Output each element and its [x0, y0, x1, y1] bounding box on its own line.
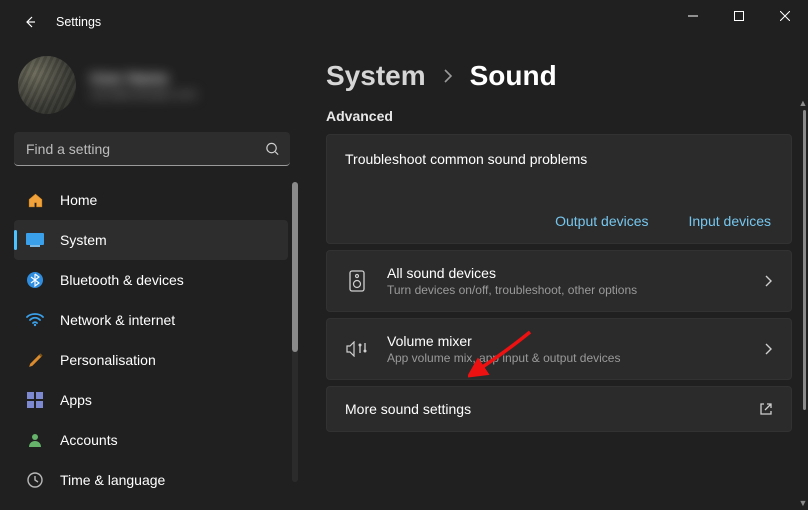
row-subtitle: Turn devices on/off, troubleshoot, other… — [387, 283, 745, 297]
sidebar-item-label: Apps — [60, 392, 92, 408]
accounts-icon — [26, 432, 44, 448]
titlebar: Settings — [0, 0, 808, 44]
search-icon — [265, 142, 280, 157]
maximize-button[interactable] — [716, 0, 762, 32]
avatar — [18, 56, 76, 114]
all-sound-devices-row[interactable]: All sound devices Turn devices on/off, t… — [326, 250, 792, 312]
sidebar-item-label: System — [60, 232, 107, 248]
search-input[interactable] — [14, 132, 290, 166]
sidebar-item-accounts[interactable]: Accounts — [14, 420, 288, 460]
bluetooth-icon — [26, 272, 44, 288]
search-wrap — [14, 132, 290, 166]
chevron-right-icon — [763, 274, 773, 288]
volume-mixer-row[interactable]: Volume mixer App volume mix, app input &… — [326, 318, 792, 380]
system-icon — [26, 233, 44, 247]
sidebar-item-label: Time & language — [60, 472, 165, 488]
row-title: More sound settings — [345, 401, 741, 417]
home-icon — [26, 192, 44, 209]
scroll-up-icon[interactable]: ▲ — [798, 98, 808, 108]
sidebar-item-time-language[interactable]: Time & language — [14, 460, 288, 500]
profile-text: User Name user@example.com — [90, 70, 197, 101]
output-devices-link[interactable]: Output devices — [555, 213, 648, 229]
troubleshoot-card: Troubleshoot common sound problems Outpu… — [326, 134, 792, 244]
profile-email: user@example.com — [90, 87, 197, 101]
profile-block[interactable]: User Name user@example.com — [14, 56, 300, 114]
sidebar-item-home[interactable]: Home — [14, 180, 288, 220]
profile-name: User Name — [90, 70, 197, 87]
input-devices-link[interactable]: Input devices — [689, 213, 772, 229]
back-button[interactable] — [16, 8, 44, 36]
sidebar-item-network[interactable]: Network & internet — [14, 300, 288, 340]
section-heading: Advanced — [326, 108, 792, 124]
sidebar-item-apps[interactable]: Apps — [14, 380, 288, 420]
apps-icon — [26, 392, 44, 408]
sidebar-item-label: Personalisation — [60, 352, 156, 368]
sidebar-item-label: Bluetooth & devices — [60, 272, 184, 288]
sidebar-item-system[interactable]: System — [14, 220, 288, 260]
content-scrollbar-thumb[interactable] — [803, 110, 806, 410]
external-link-icon — [759, 402, 773, 416]
troubleshoot-title: Troubleshoot common sound problems — [345, 151, 773, 167]
close-button[interactable] — [762, 0, 808, 32]
breadcrumb-parent[interactable]: System — [326, 60, 426, 92]
sidebar-item-personalisation[interactable]: Personalisation — [14, 340, 288, 380]
sidebar-item-label: Home — [60, 192, 97, 208]
clock-icon — [26, 472, 44, 488]
row-title: Volume mixer — [387, 333, 745, 349]
wifi-icon — [26, 313, 44, 327]
speaker-icon — [345, 270, 369, 292]
sidebar-scrollbar-thumb[interactable] — [292, 182, 298, 352]
sidebar-nav: Home System Bluetooth & devices Network … — [14, 180, 300, 500]
chevron-right-icon — [763, 342, 773, 356]
window-controls — [670, 0, 808, 32]
content-area: System Sound Advanced Troubleshoot commo… — [300, 44, 808, 510]
sidebar-item-bluetooth[interactable]: Bluetooth & devices — [14, 260, 288, 300]
paintbrush-icon — [26, 352, 44, 369]
window-title: Settings — [56, 15, 101, 29]
chevron-right-icon — [442, 67, 454, 85]
mixer-icon — [345, 341, 369, 357]
sidebar: User Name user@example.com Home System — [0, 44, 300, 510]
more-sound-settings-row[interactable]: More sound settings — [326, 386, 792, 432]
row-subtitle: App volume mix, app input & output devic… — [387, 351, 745, 365]
row-title: All sound devices — [387, 265, 745, 281]
sidebar-item-label: Network & internet — [60, 312, 175, 328]
breadcrumb-current: Sound — [470, 60, 557, 92]
scroll-down-icon[interactable]: ▼ — [798, 498, 808, 508]
sidebar-item-label: Accounts — [60, 432, 118, 448]
minimize-button[interactable] — [670, 0, 716, 32]
breadcrumb: System Sound — [326, 60, 792, 92]
